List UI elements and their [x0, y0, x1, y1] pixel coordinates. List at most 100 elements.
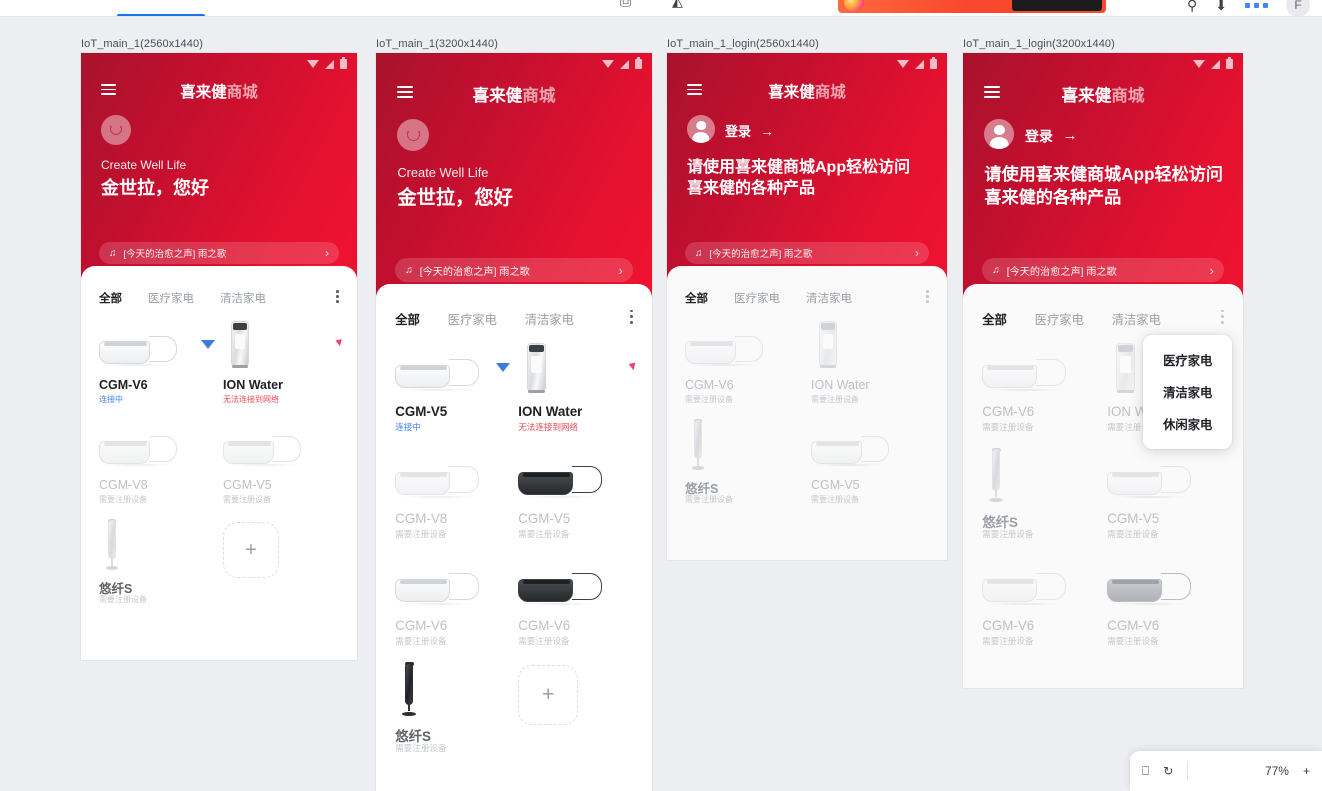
avatar[interactable] [687, 115, 715, 143]
device-card[interactable]: 悠纤S 需要注册设备 [395, 661, 505, 768]
tab-2[interactable]: 医疗家电 [148, 290, 194, 306]
add-device-button[interactable]: + [518, 664, 579, 725]
login-headline: 请使用喜来健商城App轻松访问 喜来健的各种产品 [687, 159, 911, 198]
shield-icon[interactable]: ◭ [672, 0, 683, 8]
kebab-menu-icon[interactable] [1220, 309, 1224, 324]
promo-cta-button[interactable] [1012, 0, 1102, 11]
device-card[interactable]: CGM-V5 需要注册设备 [518, 447, 628, 554]
tab-3[interactable]: 清洁家电 [525, 310, 574, 328]
login-headline: 请使用喜来健商城App轻松访问 喜来健的各种产品 [984, 165, 1223, 207]
signal-icon [915, 59, 924, 69]
heart-icon [842, 0, 866, 13]
avatar[interactable]: F [1286, 0, 1310, 17]
device-card[interactable]: CGM-V6 连接中 [99, 318, 215, 418]
page-title: 喜来健商城 [376, 82, 652, 106]
fan-foot [402, 712, 416, 717]
tab-1[interactable]: 全部 [99, 290, 122, 306]
frame-icon[interactable]: ⎕ [1142, 764, 1149, 779]
music-player-bar[interactable]: ♫ [今天的治愈之声] 雨之歌 › [99, 242, 339, 264]
kebab-menu-icon[interactable] [926, 290, 929, 303]
music-player-bar[interactable]: ♫ [今天的治愈之声] 雨之歌 › [982, 258, 1224, 282]
page-icon[interactable]: ⎙ [620, 0, 631, 8]
treadmill-artwork [395, 560, 479, 609]
phone-mockup-3: 喜来健商城 登录 → 请使用喜来健商城App轻松访问 喜来健的各种产品 ♫ [今天的治愈之… [667, 53, 947, 560]
dropdown-item-1[interactable]: 医疗家电 [1143, 344, 1232, 376]
tab-1[interactable]: 全部 [982, 310, 1007, 328]
fan-foot [691, 466, 705, 470]
device-card[interactable]: 悠纤S 需要注册设备 [685, 418, 799, 518]
phone-header: 喜来健商城 Create Well Life 金世拉，您好 ♫ [今天的治愈之声] 雨之… [376, 53, 652, 299]
treadmill-rail [103, 342, 148, 347]
treadmill-rail [523, 472, 570, 477]
tab-2[interactable]: 医疗家电 [448, 310, 497, 328]
treadmill-rail [987, 365, 1034, 370]
avatar[interactable] [984, 119, 1015, 150]
add-device-button[interactable]: + [223, 522, 279, 578]
purifier-image [1107, 340, 1143, 396]
device-card[interactable]: CGM-V6 需要注册设备 [685, 318, 799, 418]
device-status: 需要注册设备 [518, 528, 570, 539]
treadmill-shadow [398, 602, 476, 606]
dropdown-item-2[interactable]: 清洁家电 [1143, 376, 1232, 408]
fan-artwork [99, 518, 125, 572]
device-card[interactable]: CGM-V5 连接中 [395, 340, 510, 447]
arrow-right-icon: → [760, 122, 775, 139]
device-card[interactable]: CGM-V5 需要注册设备 [811, 418, 925, 518]
avatar[interactable] [397, 119, 430, 152]
zoom-in-button[interactable]: + [1303, 764, 1310, 778]
device-card[interactable]: CGM-V6 需要注册设备 [395, 554, 505, 661]
tab-3[interactable]: 清洁家电 [220, 290, 266, 306]
device-card[interactable]: ION Water 需要注册设备 [811, 318, 925, 418]
purifier-artwork [223, 318, 257, 370]
login-button[interactable]: 登录 → [1025, 126, 1077, 146]
promo-banner[interactable] [838, 0, 1106, 13]
device-card[interactable]: 悠纤S 需要注册设备 [982, 447, 1094, 554]
device-name: CGM-V6 [982, 403, 1035, 419]
device-card[interactable]: CGM-V6 需要注册设备 [1107, 554, 1219, 661]
music-player-bar[interactable]: ♫ [今天的治愈之声] 雨之歌 › [685, 242, 929, 264]
treadmill-artwork [1107, 560, 1191, 609]
device-card[interactable]: CGM-V5 需要注册设备 [1107, 447, 1219, 554]
device-card[interactable]: CGM-V8 需要注册设备 [395, 447, 505, 554]
tab-1[interactable]: 全部 [395, 310, 420, 328]
device-card[interactable]: CGM-V6 需要注册设备 [982, 554, 1094, 661]
treadmill-artwork [99, 324, 177, 370]
extensions-icon[interactable] [1245, 2, 1268, 8]
device-card[interactable]: CGM-V6 需要注册设备 [982, 340, 1094, 447]
music-player-bar[interactable]: ♫ [今天的治愈之声] 雨之歌 › [395, 258, 633, 282]
device-card[interactable]: CGM-V5 需要注册设备 [223, 418, 335, 518]
brand-name-strong: 喜来健 [472, 85, 523, 105]
kebab-dot [336, 295, 339, 298]
device-card[interactable]: CGM-V8 需要注册设备 [99, 418, 211, 518]
dropdown-item-3[interactable]: 休闲家电 [1143, 408, 1232, 440]
treadmill-shadow [521, 602, 599, 606]
refresh-icon[interactable]: ↻ [1163, 764, 1173, 778]
device-card[interactable]: 悠纤S 需要注册设备 [99, 518, 211, 618]
purifier-base [1116, 389, 1135, 394]
treadmill-artwork [395, 346, 479, 395]
treadmill-shadow [688, 364, 760, 367]
tab-2[interactable]: 医疗家电 [734, 290, 780, 306]
kebab-menu-icon[interactable] [629, 309, 633, 324]
kebab-menu-icon[interactable] [336, 290, 339, 303]
tab-2[interactable]: 医疗家电 [1035, 310, 1084, 328]
tab-1[interactable]: 全部 [685, 290, 708, 306]
device-status: 需要注册设备 [982, 635, 1034, 646]
device-card[interactable]: ION Water 无法连接到网络 ▼ [223, 318, 346, 418]
treadmill-arm [448, 358, 479, 387]
login-button[interactable]: 登录 → [725, 121, 774, 140]
zoom-percent[interactable]: 77% [1265, 764, 1289, 778]
avatar[interactable] [101, 115, 131, 145]
fan-image [982, 447, 1010, 505]
category-dropdown-menu[interactable]: 医疗家电 清洁家电 休闲家电 [1143, 335, 1233, 450]
tab-3[interactable]: 清洁家电 [1112, 310, 1161, 328]
search-icon[interactable]: ⚲ [1187, 0, 1197, 14]
tab-3[interactable]: 清洁家电 [806, 290, 852, 306]
login-label: 登录 [1025, 127, 1053, 144]
treadmill-image [518, 453, 602, 502]
device-card[interactable]: ION Water 无法连接到网络 ▼ [518, 340, 640, 447]
artboard-label: IoT_main_1_login(3200x1440) [963, 38, 1115, 50]
device-card[interactable]: CGM-V6 需要注册设备 [518, 554, 628, 661]
download-icon[interactable]: ⬇ [1215, 0, 1227, 14]
device-name: CGM-V8 [395, 510, 448, 526]
